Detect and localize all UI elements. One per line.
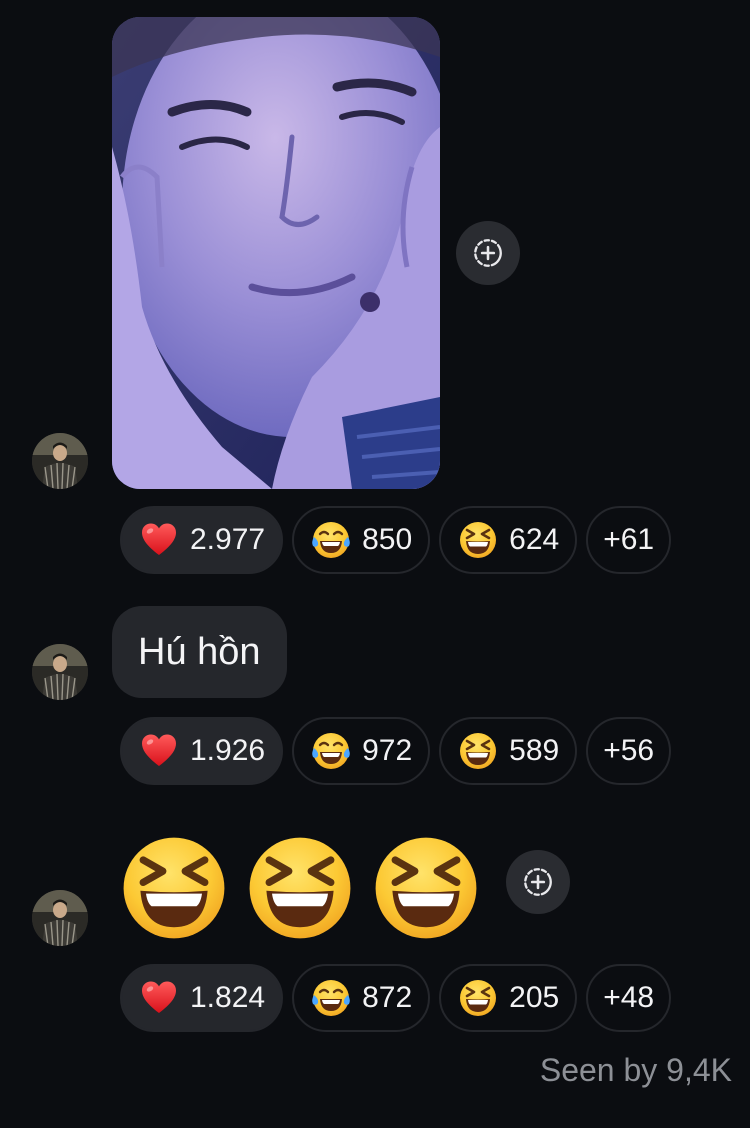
add-reaction-button[interactable] bbox=[456, 221, 520, 285]
reaction-count: 972 bbox=[362, 734, 413, 767]
reaction-count: 205 bbox=[509, 981, 560, 1014]
reaction-count: 1.926 bbox=[190, 734, 266, 767]
reaction-heart-chip[interactable]: 1.926 bbox=[120, 717, 284, 785]
sender-avatar[interactable] bbox=[32, 433, 88, 489]
reaction-count: 850 bbox=[362, 523, 413, 556]
reaction-squint-chip[interactable]: 624 bbox=[439, 506, 578, 574]
grinning-squinting-face-icon bbox=[458, 520, 498, 560]
reaction-count: 2.977 bbox=[190, 523, 266, 556]
red-heart-icon bbox=[139, 978, 179, 1018]
reaction-heart-chip[interactable]: 2.977 bbox=[120, 506, 284, 574]
reaction-bar: 2.977 850 624 +61 bbox=[120, 506, 672, 574]
red-heart-icon bbox=[139, 731, 179, 771]
reaction-more-count: +61 bbox=[603, 523, 655, 556]
message-text-bubble[interactable]: Hú hồn bbox=[112, 606, 287, 698]
reaction-more-count: +48 bbox=[603, 981, 655, 1014]
face-with-tears-of-joy-icon bbox=[311, 978, 351, 1018]
more-reactions-chip[interactable]: +56 bbox=[586, 717, 672, 785]
reaction-count: 1.824 bbox=[190, 981, 266, 1014]
reaction-bar: 1.824 872 205 +48 bbox=[120, 964, 672, 1032]
chat-screen: 2.977 850 624 +61 Hú hồn 1.926 972 589 +… bbox=[0, 0, 750, 1128]
reaction-joy-chip[interactable]: 972 bbox=[292, 717, 431, 785]
sender-avatar[interactable] bbox=[32, 644, 88, 700]
selfie-photo-image bbox=[112, 17, 440, 489]
reaction-more-count: +56 bbox=[603, 734, 655, 767]
reaction-count: 872 bbox=[362, 981, 413, 1014]
grinning-squinting-face-icon bbox=[458, 978, 498, 1018]
red-heart-icon bbox=[139, 520, 179, 560]
face-with-tears-of-joy-icon bbox=[311, 520, 351, 560]
add-reaction-icon bbox=[471, 236, 505, 270]
more-reactions-chip[interactable]: +61 bbox=[586, 506, 672, 574]
seen-by-label[interactable]: Seen by 9,4K bbox=[540, 1052, 732, 1089]
face-with-tears-of-joy-icon bbox=[311, 731, 351, 771]
reaction-joy-chip[interactable]: 872 bbox=[292, 964, 431, 1032]
sender-avatar[interactable] bbox=[32, 890, 88, 946]
grinning-squinting-face-icon bbox=[458, 731, 498, 771]
reaction-squint-chip[interactable]: 589 bbox=[439, 717, 578, 785]
reaction-squint-chip[interactable]: 205 bbox=[439, 964, 578, 1032]
more-reactions-chip[interactable]: +48 bbox=[586, 964, 672, 1032]
reaction-bar: 1.926 972 589 +56 bbox=[120, 717, 672, 785]
grinning-squinting-face-icon[interactable] bbox=[118, 832, 230, 944]
add-reaction-icon bbox=[521, 865, 555, 899]
reaction-joy-chip[interactable]: 850 bbox=[292, 506, 431, 574]
reaction-count: 589 bbox=[509, 734, 560, 767]
grinning-squinting-face-icon[interactable] bbox=[370, 832, 482, 944]
grinning-squinting-face-icon[interactable] bbox=[244, 832, 356, 944]
reaction-heart-chip[interactable]: 1.824 bbox=[120, 964, 284, 1032]
reaction-count: 624 bbox=[509, 523, 560, 556]
message-photo[interactable] bbox=[112, 17, 440, 489]
message-text: Hú hồn bbox=[138, 630, 261, 673]
add-reaction-button[interactable] bbox=[506, 850, 570, 914]
